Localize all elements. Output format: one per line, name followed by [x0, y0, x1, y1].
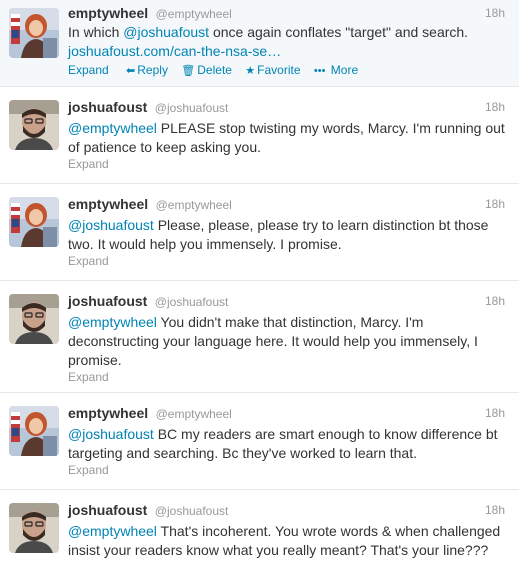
avatar-joshuafoust-image	[9, 100, 59, 150]
tweet-header: emptywheel @emptywheel 18h	[68, 196, 505, 214]
tweet-item[interactable]: joshuafoust @joshuafoust 18h @emptywheel…	[0, 490, 519, 578]
avatar-emptywheel[interactable]	[9, 406, 59, 456]
expand-button[interactable]: Expand	[68, 254, 109, 268]
reply-button[interactable]: ⬅ Reply	[126, 63, 168, 77]
avatar-joshuafoust[interactable]	[9, 294, 59, 344]
url-link[interactable]: joshuafoust.com/can-the-nsa-se…	[68, 43, 281, 59]
tweet-fullname[interactable]: emptywheel	[68, 5, 148, 21]
avatar-emptywheel-image	[9, 8, 59, 58]
more-label: More	[330, 63, 359, 77]
trash-icon: 🗑	[181, 65, 196, 77]
mention-link[interactable]: @joshuafoust	[123, 24, 209, 40]
tweet-text: In which @joshuafoust once again conflat…	[68, 23, 507, 61]
mention-link[interactable]: @emptywheel	[68, 523, 157, 539]
more-dots-icon: •••	[313, 65, 326, 77]
tweet-fullname[interactable]: emptywheel	[68, 405, 148, 421]
tweet-text: @joshuafoust Please, please, please try …	[68, 216, 507, 254]
tweet-item[interactable]: emptywheel @emptywheel 18h @joshuafoust …	[0, 393, 519, 490]
favorite-label: Favorite	[257, 63, 301, 77]
tweet-fullname[interactable]: joshuafoust	[68, 502, 147, 518]
tweet-timestamp[interactable]: 18h	[485, 294, 505, 308]
tweet-header: joshuafoust @joshuafoust 18h	[68, 502, 505, 520]
tweet-timestamp[interactable]: 18h	[485, 197, 505, 211]
favorite-button[interactable]: ★ Favorite	[245, 63, 300, 77]
expand-button[interactable]: Expand	[68, 63, 109, 77]
tweet-text-part: once again conflates "target" and search…	[209, 24, 469, 40]
avatar-joshuafoust[interactable]	[9, 503, 59, 553]
tweet-fullname[interactable]: joshuafoust	[68, 99, 147, 115]
mention-link[interactable]: @joshuafoust	[68, 217, 154, 233]
tweet-actions: Expand ⬅ Reply 🗑 Delete ★ Favorite ••• More	[68, 63, 368, 77]
tweet-fullname[interactable]: joshuafoust	[68, 293, 147, 309]
delete-label: Delete	[197, 63, 232, 77]
avatar-joshuafoust-image	[9, 294, 59, 344]
star-icon: ★	[245, 65, 256, 77]
tweet-username[interactable]: @joshuafoust	[155, 101, 229, 115]
reply-icon: ⬅	[126, 65, 136, 77]
tweet-timeline: emptywheel @emptywheel 18h In which @jos…	[0, 0, 519, 578]
tweet-header: emptywheel @emptywheel 18h	[68, 5, 505, 23]
tweet-text: @emptywheel That's incoherent. You wrote…	[68, 522, 507, 560]
avatar-joshuafoust-image	[9, 503, 59, 553]
tweet-fullname[interactable]: emptywheel	[68, 196, 148, 212]
tweet-timestamp[interactable]: 18h	[485, 6, 505, 20]
tweet-text: @emptywheel PLEASE stop twisting my word…	[68, 119, 507, 157]
tweet-item[interactable]: joshuafoust @joshuafoust 18h @emptywheel…	[0, 87, 519, 184]
tweet-item[interactable]: emptywheel @emptywheel 18h In which @jos…	[0, 0, 519, 87]
delete-button[interactable]: 🗑 Delete	[181, 63, 232, 77]
mention-link[interactable]: @emptywheel	[68, 314, 157, 330]
expand-button[interactable]: Expand	[68, 157, 109, 171]
tweet-text: @emptywheel You didn't make that distinc…	[68, 313, 507, 370]
tweet-username[interactable]: @joshuafoust	[155, 295, 229, 309]
avatar-joshuafoust[interactable]	[9, 100, 59, 150]
reply-label: Reply	[137, 63, 168, 77]
avatar-emptywheel[interactable]	[9, 197, 59, 247]
tweet-username[interactable]: @emptywheel	[156, 7, 232, 21]
tweet-text: @joshuafoust BC my readers are smart eno…	[68, 425, 507, 463]
tweet-username[interactable]: @emptywheel	[156, 407, 232, 421]
tweet-text-part: In which	[68, 24, 124, 40]
avatar-emptywheel[interactable]	[9, 8, 59, 58]
tweet-timestamp[interactable]: 18h	[485, 100, 505, 114]
tweet-header: emptywheel @emptywheel 18h	[68, 405, 505, 423]
tweet-item[interactable]: emptywheel @emptywheel 18h @joshuafoust …	[0, 184, 519, 281]
tweet-item[interactable]: joshuafoust @joshuafoust 18h @emptywheel…	[0, 281, 519, 393]
mention-link[interactable]: @emptywheel	[68, 120, 157, 136]
tweet-timestamp[interactable]: 18h	[485, 406, 505, 420]
mention-link[interactable]: @joshuafoust	[68, 426, 154, 442]
expand-button[interactable]: Expand	[68, 370, 109, 384]
avatar-emptywheel-image	[9, 406, 59, 456]
more-button[interactable]: ••• More	[314, 63, 358, 77]
tweet-header: joshuafoust @joshuafoust 18h	[68, 99, 505, 117]
tweet-timestamp[interactable]: 18h	[485, 503, 505, 517]
avatar-emptywheel-image	[9, 197, 59, 247]
tweet-header: joshuafoust @joshuafoust 18h	[68, 293, 505, 311]
tweet-username[interactable]: @joshuafoust	[155, 504, 229, 518]
tweet-username[interactable]: @emptywheel	[156, 198, 232, 212]
expand-button[interactable]: Expand	[68, 463, 109, 477]
